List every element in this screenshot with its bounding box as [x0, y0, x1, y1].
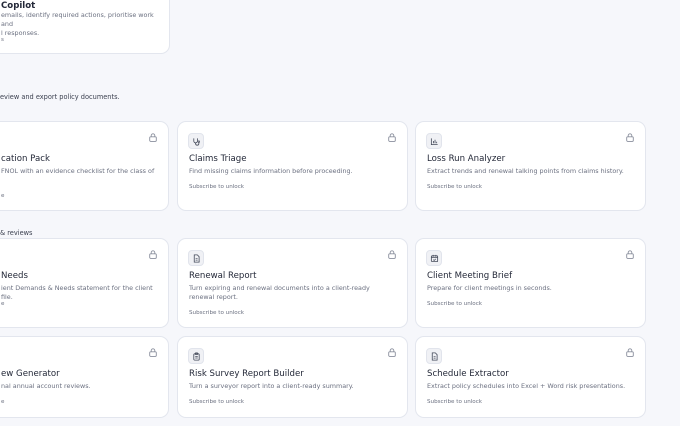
- account-review-generator-card[interactable]: ew Generator nal annual account reviews.…: [0, 336, 169, 418]
- card-description: Turn a surveyor report into a client-rea…: [189, 382, 354, 390]
- subscribe-link[interactable]: Subscribe to unlock: [189, 310, 244, 316]
- card-title: Client Meeting Brief: [427, 271, 513, 281]
- clipboard-icon: [188, 348, 204, 364]
- section-description: eview and export policy documents.: [0, 93, 120, 101]
- demands-needs-card[interactable]: Needs ient Demands & Needs statement for…: [0, 238, 169, 328]
- card-description: Extract trends and renewal talking point…: [427, 167, 624, 175]
- lock-icon: [626, 250, 634, 259]
- card-title: cation Pack: [1, 154, 50, 164]
- card-description: Extract policy schedules into Excel + Wo…: [427, 382, 626, 390]
- stethoscope-icon: [188, 133, 204, 149]
- claims-triage-card[interactable]: Claims Triage Find missing claims inform…: [177, 121, 408, 211]
- subscribe-link[interactable]: Subscribe to unlock: [427, 399, 482, 405]
- evidence-pack-card[interactable]: cation Pack FNOL with an evidence checkl…: [0, 121, 169, 211]
- lock-icon: [388, 133, 396, 142]
- client-meeting-brief-card[interactable]: Client Meeting Brief Prepare for client …: [415, 238, 646, 328]
- card-description: emails, identify required actions, prior…: [1, 11, 166, 39]
- lock-icon: [388, 250, 396, 259]
- subscribe-link[interactable]: Subscribe to unlock: [189, 184, 244, 190]
- loss-run-analyzer-card[interactable]: Loss Run Analyzer Extract trends and ren…: [415, 121, 646, 211]
- lock-icon: [149, 348, 157, 357]
- card-description: FNOL with an evidence checklist for the …: [1, 167, 155, 175]
- subscribe-link[interactable]: Subscribe to unlock: [189, 399, 244, 405]
- card-description-line: emails, identify required actions, prior…: [1, 11, 154, 29]
- subscribe-link[interactable]: Subscribe to unlock: [427, 184, 482, 190]
- card-title: ew Generator: [1, 369, 60, 379]
- renewal-report-card[interactable]: Renewal Report Turn expiring and renewal…: [177, 238, 408, 328]
- schedule-extractor-card[interactable]: Schedule Extractor Extract policy schedu…: [415, 336, 646, 418]
- subscribe-link[interactable]: e: [1, 301, 4, 307]
- lock-icon: [626, 348, 634, 357]
- card-title: Needs: [1, 271, 28, 281]
- card-description: Prepare for client meetings in seconds.: [427, 284, 552, 292]
- file-text-icon: [426, 348, 442, 364]
- copilot-card[interactable]: Copilot emails, identify required action…: [0, 0, 170, 54]
- subscribe-link[interactable]: s: [1, 37, 4, 43]
- lock-icon: [388, 348, 396, 357]
- lock-icon: [149, 250, 157, 259]
- lock-icon: [149, 133, 157, 142]
- card-description: Find missing claims information before p…: [189, 167, 353, 175]
- card-title: Risk Survey Report Builder: [189, 369, 304, 379]
- card-description: nal annual account reviews.: [1, 382, 91, 390]
- calendar-icon: [426, 250, 442, 266]
- lock-icon: [626, 133, 634, 142]
- card-description: ient Demands & Needs statement for the c…: [1, 284, 153, 302]
- subscribe-link[interactable]: Subscribe to unlock: [427, 301, 482, 307]
- card-title: Claims Triage: [189, 154, 247, 164]
- card-title: Copilot: [1, 1, 36, 11]
- card-title: Loss Run Analyzer: [427, 154, 506, 164]
- risk-survey-report-builder-card[interactable]: Risk Survey Report Builder Turn a survey…: [177, 336, 408, 418]
- bar-chart-icon: [426, 133, 442, 149]
- file-text-icon: [188, 250, 204, 266]
- card-title: Schedule Extractor: [427, 369, 509, 379]
- subscribe-link[interactable]: e: [1, 399, 4, 405]
- section-heading: & reviews: [0, 229, 33, 237]
- card-title: Renewal Report: [189, 271, 257, 281]
- subscribe-link[interactable]: e: [1, 193, 4, 199]
- card-description-line: l responses.: [1, 29, 40, 38]
- card-description: Turn expiring and renewal documents into…: [189, 284, 370, 302]
